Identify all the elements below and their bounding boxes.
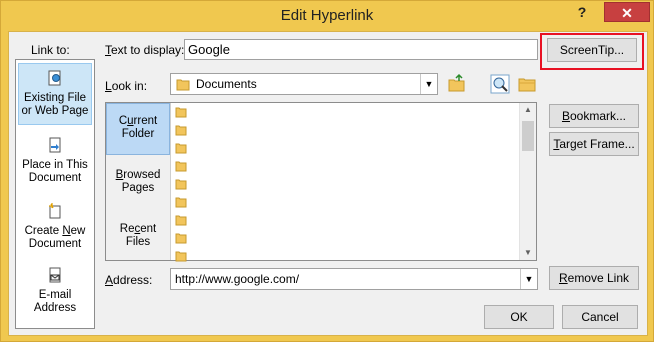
- link-to-create-line1: Create New: [24, 225, 86, 237]
- link-to-existing-line2: or Web Page: [21, 105, 89, 117]
- cancel-button[interactable]: Cancel: [562, 305, 638, 329]
- link-to-create-new[interactable]: Create New Document: [18, 203, 92, 253]
- link-to-create-line2: Document: [28, 238, 82, 250]
- current-folder-line1: Current: [118, 115, 158, 127]
- address-label: Address:: [105, 273, 153, 287]
- screentip-button[interactable]: ScreenTip...: [547, 38, 637, 62]
- address-combo[interactable]: http://www.google.com/ ▼: [170, 268, 538, 290]
- address-dropdown-icon[interactable]: ▼: [520, 269, 537, 289]
- recent-files-line2: Files: [125, 236, 151, 248]
- link-to-panel: Existing File or Web Page Place in This …: [15, 59, 95, 329]
- dialog-title: Edit Hyperlink: [280, 7, 374, 24]
- folder-item-icon[interactable]: [175, 160, 187, 172]
- folder-item-icon[interactable]: [175, 196, 187, 208]
- browse-browsed-pages[interactable]: Browsed Pages: [106, 169, 170, 209]
- text-to-display-input[interactable]: Google: [184, 39, 538, 60]
- link-to-email[interactable]: E-mail Address: [18, 267, 92, 317]
- browse-file-icon[interactable]: [516, 73, 538, 95]
- edit-hyperlink-dialog: Edit Hyperlink ? ✕ Link to: Existing Fil…: [0, 0, 654, 342]
- browse-recent-files[interactable]: Recent Files: [106, 223, 170, 259]
- address-value: http://www.google.com/: [175, 272, 300, 286]
- remove-link-button[interactable]: Remove Link: [549, 266, 639, 290]
- folder-item-icon[interactable]: [175, 250, 187, 262]
- dialog-body: Link to: Existing File or Web Page Place…: [8, 31, 648, 336]
- look-in-dropdown-icon[interactable]: ▼: [420, 74, 437, 94]
- text-to-display-label: Text to display:: [105, 43, 185, 57]
- folder-item-icon[interactable]: [175, 106, 187, 118]
- help-button[interactable]: ?: [574, 4, 590, 20]
- link-to-existing-line1: Existing File: [24, 92, 86, 104]
- link-to-existing-file[interactable]: Existing File or Web Page: [18, 63, 92, 125]
- look-in-label: Look in:: [105, 79, 148, 93]
- browse-web-icon[interactable]: [489, 73, 511, 95]
- document-arrow-icon: [49, 137, 61, 153]
- bookmark-button[interactable]: Bookmark...: [549, 104, 639, 128]
- folder-icon: [176, 79, 190, 91]
- link-to-email-line2: Address: [33, 302, 77, 314]
- folder-item-icon[interactable]: [175, 178, 187, 190]
- target-frame-button[interactable]: Target Frame...: [549, 132, 639, 156]
- link-to-email-line1: E-mail: [38, 289, 72, 301]
- file-browser: Current Folder Browsed Pages Recent File…: [105, 102, 537, 262]
- browsed-pages-line2: Pages: [121, 182, 155, 194]
- look-in-combo[interactable]: Documents ▼: [170, 73, 438, 95]
- recent-files-line1: Recent: [119, 223, 157, 235]
- look-in-value: Documents: [196, 77, 257, 91]
- new-document-icon: [49, 203, 61, 219]
- folder-item-icon[interactable]: [175, 232, 187, 244]
- folder-item-icon[interactable]: [175, 124, 187, 136]
- link-to-place-in-document[interactable]: Place in This Document: [18, 137, 92, 187]
- file-list-scrollbar[interactable]: ▲ ▼: [519, 103, 536, 260]
- scroll-down-icon[interactable]: ▼: [524, 248, 532, 257]
- scroll-thumb[interactable]: [522, 121, 534, 151]
- folder-item-icon[interactable]: [175, 142, 187, 154]
- folder-item-icon[interactable]: [175, 214, 187, 226]
- current-folder-line2: Folder: [121, 128, 155, 140]
- browsed-pages-line1: Browsed: [115, 169, 161, 181]
- browse-side-panel: Current Folder Browsed Pages Recent File…: [106, 103, 171, 260]
- scroll-up-icon[interactable]: ▲: [524, 105, 532, 114]
- link-to-label: Link to:: [31, 43, 70, 57]
- browse-current-folder[interactable]: Current Folder: [106, 103, 170, 155]
- title-bar: Edit Hyperlink ? ✕: [1, 1, 653, 31]
- globe-page-icon: [48, 70, 61, 86]
- ok-button[interactable]: OK: [484, 305, 554, 329]
- up-folder-icon[interactable]: [446, 73, 468, 95]
- link-to-place-line1: Place in This: [22, 159, 88, 171]
- link-to-place-line2: Document: [28, 172, 82, 184]
- close-button[interactable]: ✕: [604, 2, 650, 22]
- email-icon: [49, 267, 61, 283]
